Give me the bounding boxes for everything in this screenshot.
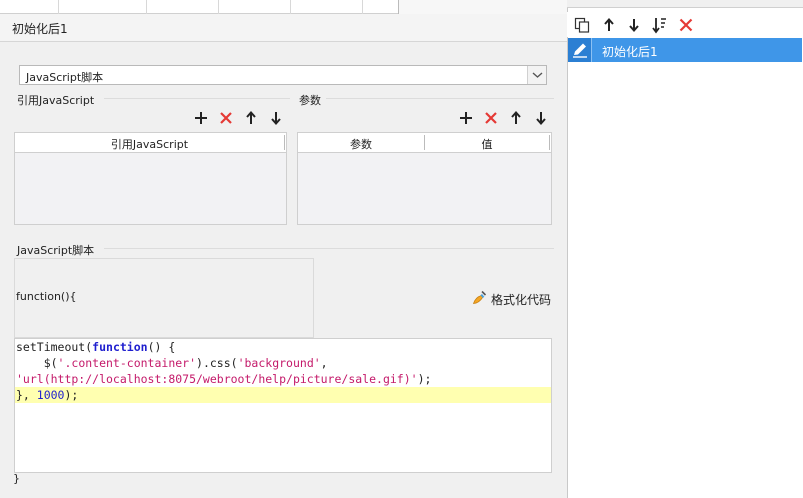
code-line-2: $('.content-container').css('background'…: [16, 356, 328, 370]
section-divider: [104, 98, 290, 99]
code-line-3: 'url(http://localhost:8075/webroot/help/…: [16, 372, 432, 386]
function-closing-brace: }: [13, 472, 20, 485]
event-list-panel: [567, 0, 803, 498]
ref-js-table-header: 引用JavaScript: [15, 133, 286, 153]
add-icon[interactable]: [193, 110, 209, 126]
ref-js-table[interactable]: 引用JavaScript: [14, 132, 287, 225]
broom-icon: [471, 290, 487, 306]
event-list-toolbar: [567, 12, 803, 37]
move-up-icon[interactable]: [508, 110, 524, 126]
params-table-header: 参数 值: [298, 133, 551, 153]
section-divider: [104, 248, 554, 249]
move-down-icon[interactable]: [268, 110, 284, 126]
section-divider: [326, 98, 554, 99]
add-icon[interactable]: [458, 110, 474, 126]
delete-icon[interactable]: [677, 16, 695, 34]
delete-icon[interactable]: [483, 110, 499, 126]
move-up-icon[interactable]: [243, 110, 259, 126]
move-down-icon[interactable]: [533, 110, 549, 126]
copy-icon[interactable]: [573, 16, 591, 34]
edit-icon[interactable]: [568, 38, 592, 62]
column-header-value: 值: [481, 138, 493, 151]
script-section-label: JavaScript脚本: [17, 244, 95, 257]
spreadsheet-grid-strip: [0, 0, 398, 14]
event-list-item-label: 初始化后1: [602, 45, 658, 59]
format-code-label: 格式化代码: [491, 293, 552, 307]
current-line-highlight: [15, 387, 551, 403]
chevron-down-icon[interactable]: [527, 66, 546, 84]
column-header-ref-js: 引用JavaScript: [110, 138, 189, 151]
sort-icon[interactable]: [651, 16, 669, 34]
ref-js-section-label: 引用JavaScript: [17, 94, 95, 107]
right-top-strip: [567, 0, 803, 8]
script-type-value: JavaScript脚本: [26, 71, 104, 84]
function-header: function(){: [16, 290, 77, 303]
code-line-1: setTimeout(function() {: [16, 340, 176, 354]
panel-title-bar: 初始化后1: [0, 14, 567, 42]
code-line-4: }, 1000);: [16, 388, 79, 402]
script-type-select[interactable]: JavaScript脚本: [19, 65, 547, 85]
column-header-param: 参数: [350, 138, 372, 151]
event-list-item[interactable]: 初始化后1: [568, 38, 802, 62]
delete-icon[interactable]: [218, 110, 234, 126]
params-table[interactable]: 参数 值: [297, 132, 552, 225]
panel-title: 初始化后1: [12, 22, 68, 36]
top-strip: [398, 0, 568, 14]
move-down-icon[interactable]: [625, 16, 643, 34]
params-section-label: 参数: [299, 94, 321, 107]
code-editor[interactable]: setTimeout(function() { $('.content-cont…: [14, 338, 552, 473]
move-up-icon[interactable]: [600, 16, 618, 34]
